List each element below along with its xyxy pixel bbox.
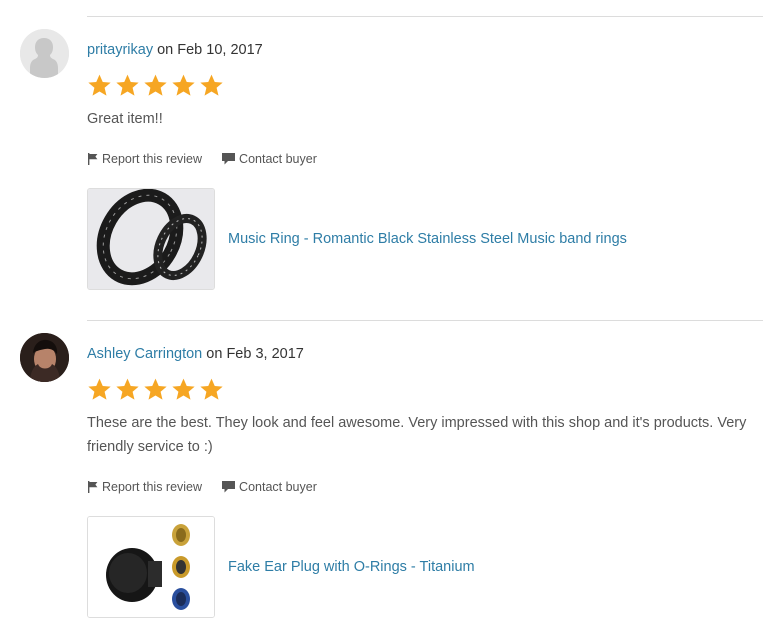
star-icon <box>171 73 196 98</box>
star-icon <box>143 377 168 402</box>
reviewer-link[interactable]: Ashley Carrington <box>87 346 202 362</box>
review-actions: Report this review Contact buyer <box>87 480 747 494</box>
date-prefix: on <box>202 346 227 362</box>
listing-link[interactable]: Music Ring - Romantic Black Stainless St… <box>87 188 747 290</box>
review-date: Feb 3, 2017 <box>226 346 304 362</box>
flag-icon <box>88 153 98 165</box>
star-rating <box>87 73 747 99</box>
review-text: Great item!! <box>87 111 163 127</box>
top-divider <box>87 16 763 17</box>
review-actions: Report this review Contact buyer <box>87 152 747 166</box>
star-icon <box>171 377 196 402</box>
user-avatar[interactable] <box>20 333 69 382</box>
user-photo-icon <box>20 333 69 382</box>
star-icon <box>115 377 140 402</box>
flag-icon <box>88 481 98 493</box>
review-byline: Ashley Carrington on Feb 3, 2017 <box>87 345 747 363</box>
report-review-link[interactable]: Report this review <box>87 480 202 494</box>
contact-buyer-link[interactable]: Contact buyer <box>222 152 317 166</box>
ear-plugs-photo-icon <box>88 517 214 617</box>
music-rings-photo-icon <box>88 189 214 289</box>
report-review-link[interactable]: Report this review <box>87 152 202 166</box>
default-user-avatar[interactable] <box>20 29 69 78</box>
review-text: These are the best. They look and feel a… <box>87 415 747 455</box>
message-icon <box>222 153 236 165</box>
reviewer-link[interactable]: pritayrikay <box>87 42 153 58</box>
review-divider <box>87 320 763 321</box>
star-icon <box>87 73 112 98</box>
message-icon <box>222 481 236 493</box>
report-review-label: Report this review <box>102 152 203 166</box>
star-rating <box>87 377 747 403</box>
star-icon <box>199 73 224 98</box>
star-icon <box>115 73 140 98</box>
star-icon <box>143 73 168 98</box>
review-date: Feb 10, 2017 <box>177 42 263 58</box>
star-icon <box>199 377 224 402</box>
review-byline: pritayrikay on Feb 10, 2017 <box>87 41 747 59</box>
report-review-label: Report this review <box>102 480 203 494</box>
listing-title[interactable]: Music Ring - Romantic Black Stainless St… <box>228 231 627 247</box>
date-prefix: on <box>153 42 178 58</box>
contact-buyer-label: Contact buyer <box>239 152 317 166</box>
contact-buyer-link[interactable]: Contact buyer <box>222 480 317 494</box>
listing-link[interactable]: Fake Ear Plug with O-Rings - Titanium <box>87 516 747 618</box>
listing-thumbnail[interactable] <box>87 516 215 618</box>
star-icon <box>87 377 112 402</box>
listing-title[interactable]: Fake Ear Plug with O-Rings - Titanium <box>228 559 475 575</box>
contact-buyer-label: Contact buyer <box>239 480 317 494</box>
listing-thumbnail[interactable] <box>87 188 215 290</box>
user-silhouette-icon <box>20 29 69 78</box>
